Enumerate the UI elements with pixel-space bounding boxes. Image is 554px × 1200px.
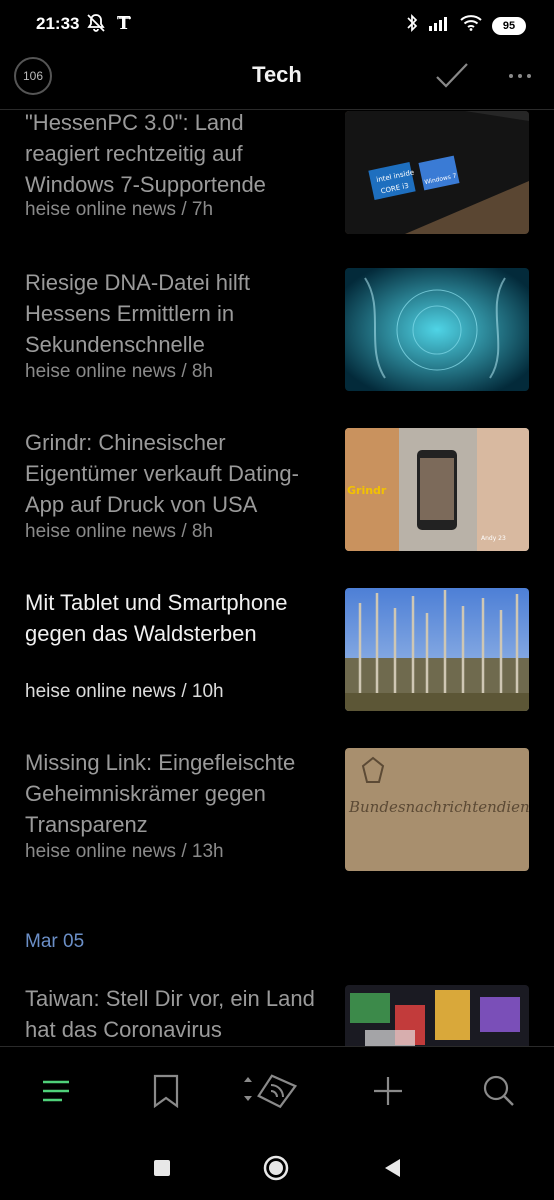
wifi-icon	[460, 15, 482, 36]
article-item[interactable]: Riesige DNA-Datei hilft Hessens Ermittle…	[0, 267, 554, 391]
article-item[interactable]: Mit Tablet und Smartphone gegen das Wald…	[0, 587, 554, 711]
article-meta: heise online news / 10h	[25, 681, 224, 702]
article-meta: heise online news / 8h	[25, 521, 214, 542]
signal-icon	[428, 15, 450, 36]
status-time: 21:33	[36, 14, 80, 33]
back-triangle-icon	[385, 1159, 400, 1177]
feed-list-button[interactable]	[36, 1071, 76, 1111]
article-thumbnail	[345, 268, 529, 391]
mark-all-read-button[interactable]	[434, 58, 470, 94]
feed-sort-icon	[244, 1074, 298, 1109]
search-icon	[483, 1075, 514, 1106]
article-title: Taiwan: Stell Dir vor, ein Land hat das …	[25, 986, 315, 1042]
add-icon	[374, 1077, 402, 1105]
article-thumbnail: Bundesnachrichtendienst	[345, 748, 529, 871]
feed-sort-button[interactable]	[242, 1071, 300, 1111]
bluetooth-icon	[406, 13, 418, 38]
app-header: 106 Tech	[0, 48, 554, 110]
add-button[interactable]	[368, 1071, 408, 1111]
article-title: Riesige DNA-Datei hilft Hessens Ermittle…	[25, 270, 250, 357]
article-title: Grindr: Chinesischer Eigentümer verkauft…	[25, 430, 299, 517]
bottom-navigation	[0, 1046, 554, 1136]
article-thumbnail: intel inside CORE i3 Windows 7	[345, 111, 529, 234]
menu-icon	[43, 1080, 69, 1102]
status-bar: 21:33 T 95	[0, 0, 554, 48]
article-feed: "HessenPC 3.0": Land reagiert rechtzeiti…	[0, 111, 554, 1046]
bnd-wall-text: Bundesnachrichtendienst	[348, 798, 529, 816]
more-options-button[interactable]	[502, 61, 538, 91]
article-item[interactable]: "HessenPC 3.0": Land reagiert rechtzeiti…	[0, 111, 554, 234]
grindr-caption-text: Andy 23	[481, 535, 506, 542]
date-section-header: Mar 05	[25, 931, 85, 952]
article-meta: heise online news / 8h	[25, 361, 214, 382]
search-button[interactable]	[479, 1071, 519, 1111]
article-title: "HessenPC 3.0": Land reagiert rechtzeiti…	[25, 111, 266, 197]
battery-icon: 95	[492, 16, 526, 35]
more-icon	[509, 74, 513, 78]
saved-button[interactable]	[146, 1071, 186, 1111]
square-icon	[154, 1160, 170, 1176]
system-navigation-bar	[0, 1136, 554, 1200]
article-meta: heise online news / 7h	[25, 199, 214, 220]
article-item[interactable]: Taiwan: Stell Dir vor, ein Land hat das …	[0, 983, 554, 1046]
home-button[interactable]	[262, 1154, 290, 1182]
article-thumbnail	[345, 588, 529, 711]
article-title: Mit Tablet und Smartphone gegen das Wald…	[25, 590, 288, 646]
check-icon	[436, 63, 468, 88]
article-title: Missing Link: Eingefleischte Geheimniskr…	[25, 750, 296, 837]
bookmark-icon	[153, 1074, 179, 1108]
grindr-logo-text: Grindr	[347, 484, 387, 497]
bell-off-icon	[86, 13, 106, 38]
recents-button[interactable]	[148, 1154, 176, 1182]
back-button[interactable]	[378, 1154, 406, 1182]
article-item[interactable]: Grindr: Chinesischer Eigentümer verkauft…	[0, 427, 554, 551]
article-meta: heise online news / 13h	[25, 841, 224, 862]
page-title: Tech	[252, 62, 302, 87]
article-item[interactable]: Missing Link: Eingefleischte Geheimniskr…	[0, 747, 554, 871]
article-thumbnail: Grindr Andy 23	[345, 428, 529, 551]
svg-text:T: T	[117, 13, 131, 33]
nyt-icon: T	[116, 13, 134, 38]
article-thumbnail	[345, 985, 529, 1046]
home-circle-icon	[263, 1155, 289, 1181]
